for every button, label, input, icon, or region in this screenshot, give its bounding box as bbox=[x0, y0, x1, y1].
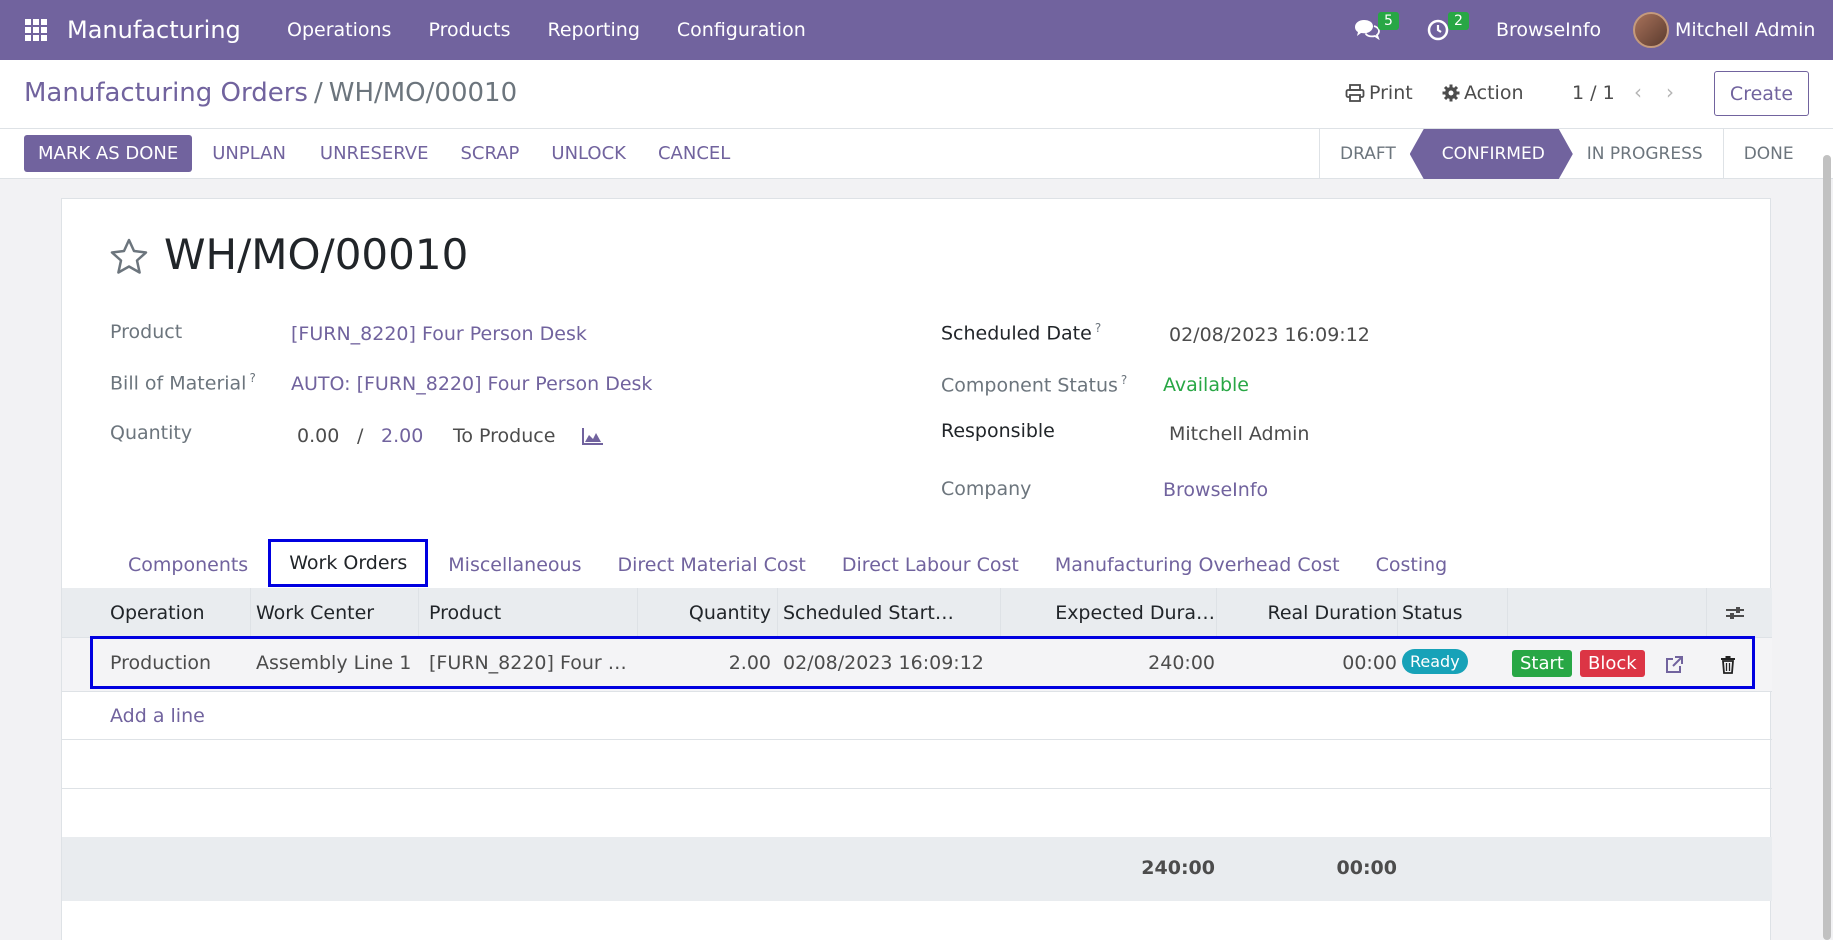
cancel-button[interactable]: CANCEL bbox=[658, 143, 730, 164]
add-a-line-link[interactable]: Add a line bbox=[110, 705, 205, 727]
activities-count-badge: 2 bbox=[1448, 12, 1469, 30]
tab-costing[interactable]: Costing bbox=[1358, 543, 1466, 587]
work-orders-table-header: Operation Work Center Product Quantity S… bbox=[62, 588, 1772, 638]
unreserve-button[interactable]: UNRESERVE bbox=[320, 143, 429, 164]
scheduled-help-icon[interactable]: ? bbox=[1095, 321, 1101, 335]
component-status-value: Available bbox=[1163, 374, 1250, 396]
main-menu: Operations Products Reporting Configurat… bbox=[287, 19, 843, 41]
quantity-unit: To Produce bbox=[453, 425, 556, 447]
app-name[interactable]: Manufacturing bbox=[67, 16, 241, 44]
menu-operations[interactable]: Operations bbox=[287, 19, 391, 41]
company-field[interactable]: BrowseInfo bbox=[1163, 479, 1268, 501]
action-button[interactable]: Action bbox=[1442, 82, 1524, 104]
column-expected-duration[interactable]: Expected Dura… bbox=[1055, 602, 1215, 624]
total-real-duration: 00:00 bbox=[1336, 857, 1397, 879]
column-quantity[interactable]: Quantity bbox=[689, 602, 771, 624]
action-label: Action bbox=[1464, 82, 1524, 104]
unlock-button[interactable]: UNLOCK bbox=[551, 143, 626, 164]
record-title: WH/MO/00010 bbox=[164, 230, 469, 279]
quantity-label: Quantity bbox=[110, 422, 193, 444]
page-scrollbar[interactable] bbox=[1823, 155, 1831, 940]
column-real-duration[interactable]: Real Duration bbox=[1267, 602, 1397, 624]
stage-draft[interactable]: DRAFT bbox=[1319, 129, 1416, 179]
bom-label: Bill of Material? bbox=[110, 371, 256, 395]
gear-icon bbox=[1442, 84, 1460, 102]
column-work-center[interactable]: Work Center bbox=[256, 602, 374, 624]
quantity-total-field[interactable]: 2.00 bbox=[381, 425, 423, 447]
notebook-tabs: Components Work Orders Miscellaneous Dir… bbox=[62, 539, 1772, 587]
status-bar: DRAFT CONFIRMED IN PROGRESS DONE bbox=[1319, 129, 1814, 179]
breadcrumb-separator: / bbox=[313, 78, 323, 108]
quantity-produced-field[interactable]: 0.00 bbox=[297, 425, 339, 447]
tab-miscellaneous[interactable]: Miscellaneous bbox=[430, 543, 599, 587]
apps-menu-icon[interactable] bbox=[25, 19, 47, 41]
stage-done[interactable]: DONE bbox=[1724, 129, 1814, 179]
column-scheduled-start[interactable]: Scheduled Start… bbox=[783, 602, 954, 624]
print-button[interactable]: Print bbox=[1345, 82, 1413, 104]
breadcrumb-current: WH/MO/00010 bbox=[328, 78, 518, 108]
breadcrumb: Manufacturing Orders / WH/MO/00010 bbox=[24, 78, 517, 108]
print-label: Print bbox=[1369, 82, 1413, 104]
user-avatar[interactable] bbox=[1633, 12, 1669, 48]
stage-confirmed[interactable]: CONFIRMED bbox=[1410, 129, 1573, 179]
tab-components[interactable]: Components bbox=[110, 543, 266, 587]
mark-as-done-button[interactable]: MARK AS DONE bbox=[24, 135, 193, 172]
responsible-label: Responsible bbox=[941, 420, 1055, 442]
tab-direct-material-cost[interactable]: Direct Material Cost bbox=[599, 543, 823, 587]
tab-direct-labour-cost[interactable]: Direct Labour Cost bbox=[824, 543, 1037, 587]
company-label: Company bbox=[941, 478, 1032, 500]
chat-icon[interactable] bbox=[1354, 18, 1380, 40]
component-status-label: Component Status? bbox=[941, 373, 1128, 397]
menu-reporting[interactable]: Reporting bbox=[548, 19, 640, 41]
user-menu[interactable]: Mitchell Admin bbox=[1675, 19, 1815, 41]
bom-help-icon[interactable]: ? bbox=[249, 371, 255, 385]
quantity-separator: / bbox=[357, 425, 364, 447]
column-product[interactable]: Product bbox=[429, 602, 501, 624]
header-buttons: MARK AS DONE UNPLAN UNRESERVE SCRAP UNLO… bbox=[24, 135, 744, 172]
favorite-star-icon[interactable] bbox=[109, 237, 149, 277]
printer-icon bbox=[1345, 84, 1365, 102]
tab-work-orders[interactable]: Work Orders bbox=[268, 539, 429, 587]
product-label: Product bbox=[110, 321, 183, 343]
row-divider bbox=[62, 788, 1772, 789]
total-expected-duration: 240:00 bbox=[1141, 857, 1215, 879]
scheduled-date-label: Scheduled Date? bbox=[941, 321, 1102, 345]
table-footer-totals: 240:00 00:00 bbox=[62, 837, 1772, 901]
component-status-help-icon[interactable]: ? bbox=[1121, 373, 1127, 387]
tab-manufacturing-overhead-cost[interactable]: Manufacturing Overhead Cost bbox=[1037, 543, 1358, 587]
scheduled-date-field[interactable]: 02/08/2023 16:09:12 bbox=[1169, 324, 1370, 346]
optional-columns-icon[interactable] bbox=[1725, 604, 1745, 622]
highlighted-row-outline bbox=[90, 636, 1755, 689]
form-sheet: WH/MO/00010 Product [FURN_8220] Four Per… bbox=[61, 198, 1772, 940]
pager-value[interactable]: 1 / 1 bbox=[1572, 82, 1615, 104]
scrap-button[interactable]: SCRAP bbox=[460, 143, 519, 164]
create-button[interactable]: Create bbox=[1714, 71, 1809, 116]
control-panel: Manufacturing Orders / WH/MO/00010 Print A… bbox=[0, 60, 1833, 179]
stage-in-progress[interactable]: IN PROGRESS bbox=[1567, 129, 1724, 179]
pager-next-icon[interactable]: › bbox=[1666, 80, 1674, 104]
top-navbar: Manufacturing Operations Products Report… bbox=[0, 0, 1833, 60]
area-chart-icon[interactable] bbox=[582, 427, 604, 445]
menu-configuration[interactable]: Configuration bbox=[677, 19, 806, 41]
product-field[interactable]: [FURN_8220] Four Person Desk bbox=[291, 323, 587, 345]
bom-field[interactable]: AUTO: [FURN_8220] Four Person Desk bbox=[291, 373, 652, 395]
activity-clock-icon[interactable] bbox=[1426, 18, 1450, 42]
column-status[interactable]: Status bbox=[1402, 602, 1463, 624]
breadcrumb-parent[interactable]: Manufacturing Orders bbox=[24, 78, 308, 108]
messages-count-badge: 5 bbox=[1378, 12, 1399, 30]
column-operation[interactable]: Operation bbox=[110, 602, 205, 624]
row-divider bbox=[62, 739, 1772, 740]
menu-products[interactable]: Products bbox=[428, 19, 510, 41]
responsible-field[interactable]: Mitchell Admin bbox=[1169, 423, 1309, 445]
pager-previous-icon[interactable]: ‹ bbox=[1634, 80, 1642, 104]
company-switcher[interactable]: BrowseInfo bbox=[1496, 19, 1601, 41]
unplan-button[interactable]: UNPLAN bbox=[212, 143, 286, 164]
